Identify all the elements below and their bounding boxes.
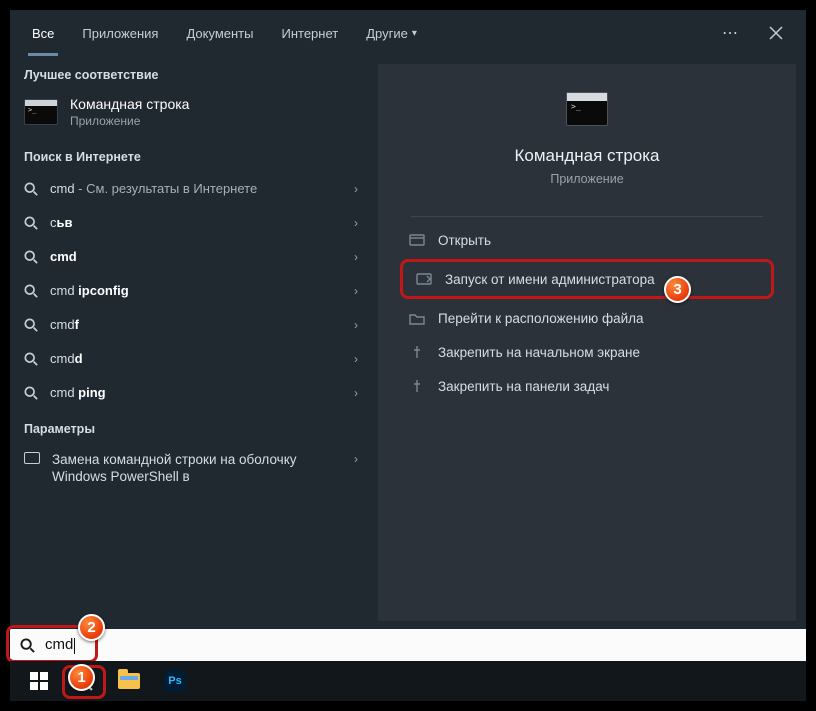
- start-button[interactable]: [16, 661, 62, 701]
- chevron-right-icon: ›: [354, 250, 358, 264]
- result-label: cmd - См. результаты в Интернете: [50, 181, 348, 197]
- result-label: Замена командной строки на оболочку Wind…: [52, 452, 348, 486]
- group-settings: Параметры: [10, 410, 372, 444]
- highlight-run-as-admin: Запуск от имени администратора: [400, 259, 774, 299]
- pin-icon: [406, 344, 428, 360]
- result-label: cmdd: [50, 351, 348, 367]
- tab-internet[interactable]: Интернет: [267, 10, 352, 56]
- chevron-right-icon: ›: [354, 216, 358, 230]
- chevron-right-icon: ›: [354, 284, 358, 298]
- chevron-right-icon: ›: [354, 386, 358, 400]
- action-pin-start[interactable]: Закрепить на начальном экране: [400, 335, 774, 369]
- open-icon: [406, 232, 428, 248]
- shield-icon: [413, 271, 435, 287]
- web-result[interactable]: cmd ping ›: [10, 376, 372, 410]
- more-options-button[interactable]: ⋯: [708, 23, 754, 43]
- search-icon: [24, 250, 38, 264]
- chevron-right-icon: ›: [354, 452, 358, 486]
- search-icon: [24, 284, 38, 298]
- result-label: сьв: [50, 215, 348, 231]
- tab-apps[interactable]: Приложения: [68, 10, 172, 56]
- callout-3: 3: [664, 276, 691, 303]
- action-pin-taskbar[interactable]: Закрепить на панели задач: [400, 369, 774, 403]
- folder-icon: [118, 673, 140, 689]
- taskbar-explorer-button[interactable]: [106, 661, 152, 701]
- best-match-item[interactable]: Командная строка Приложение: [10, 90, 372, 138]
- cmd-icon: [566, 92, 608, 126]
- folder-icon: [406, 310, 428, 326]
- preview-title: Командная строка: [514, 146, 659, 166]
- preview-panel: Командная строка Приложение Открыть Запу…: [378, 64, 796, 621]
- web-result[interactable]: cmdd ›: [10, 342, 372, 376]
- close-icon: [769, 26, 783, 40]
- action-open[interactable]: Открыть: [400, 223, 774, 257]
- action-open-file-location[interactable]: Перейти к расположению файла: [400, 301, 774, 335]
- web-result[interactable]: cmd ›: [10, 240, 372, 274]
- results-panel: Лучшее соответствие Командная строка При…: [10, 56, 372, 629]
- search-icon: [24, 386, 38, 400]
- tab-all[interactable]: Все: [18, 10, 68, 56]
- search-filter-tabs: Все Приложения Документы Интернет Другие…: [10, 10, 806, 56]
- search-icon: [24, 216, 38, 230]
- separator: [411, 216, 762, 217]
- result-label: cmdf: [50, 317, 348, 333]
- result-label: cmd ipconfig: [50, 283, 348, 299]
- search-input-value: cmd: [45, 636, 75, 653]
- preview-subtitle: Приложение: [550, 172, 623, 186]
- photoshop-icon: Ps: [164, 670, 186, 692]
- chevron-down-icon: ▾: [412, 28, 417, 39]
- search-input[interactable]: cmd: [10, 629, 806, 661]
- result-label: cmd: [50, 249, 348, 265]
- chevron-right-icon: ›: [354, 318, 358, 332]
- taskbar-photoshop-button[interactable]: Ps: [152, 661, 198, 701]
- chevron-right-icon: ›: [354, 182, 358, 196]
- callout-1: 1: [68, 664, 95, 691]
- best-match-subtitle: Приложение: [70, 114, 189, 128]
- web-result[interactable]: cmd - См. результаты в Интернете ›: [10, 172, 372, 206]
- settings-result[interactable]: Замена командной строки на оболочку Wind…: [10, 444, 372, 494]
- callout-2: 2: [78, 614, 105, 641]
- taskbar: Ps: [10, 661, 806, 701]
- web-result[interactable]: cmd ipconfig ›: [10, 274, 372, 308]
- tab-other[interactable]: Другие▾: [352, 10, 431, 56]
- result-label: cmd ping: [50, 385, 348, 401]
- chevron-right-icon: ›: [354, 352, 358, 366]
- group-best-match: Лучшее соответствие: [10, 56, 372, 90]
- web-result[interactable]: cmdf ›: [10, 308, 372, 342]
- group-web-search: Поиск в Интернете: [10, 138, 372, 172]
- web-result[interactable]: сьв ›: [10, 206, 372, 240]
- search-icon: [24, 182, 38, 196]
- action-run-as-admin[interactable]: Запуск от имени администратора: [407, 264, 767, 294]
- search-icon: [24, 318, 38, 332]
- search-icon: [24, 352, 38, 366]
- windows-icon: [30, 672, 48, 690]
- pin-icon: [406, 378, 428, 394]
- settings-item-icon: [24, 452, 40, 464]
- close-button[interactable]: [754, 10, 798, 56]
- cmd-icon: [24, 99, 58, 125]
- search-icon: [20, 638, 35, 653]
- tab-documents[interactable]: Документы: [172, 10, 267, 56]
- best-match-title: Командная строка: [70, 96, 189, 112]
